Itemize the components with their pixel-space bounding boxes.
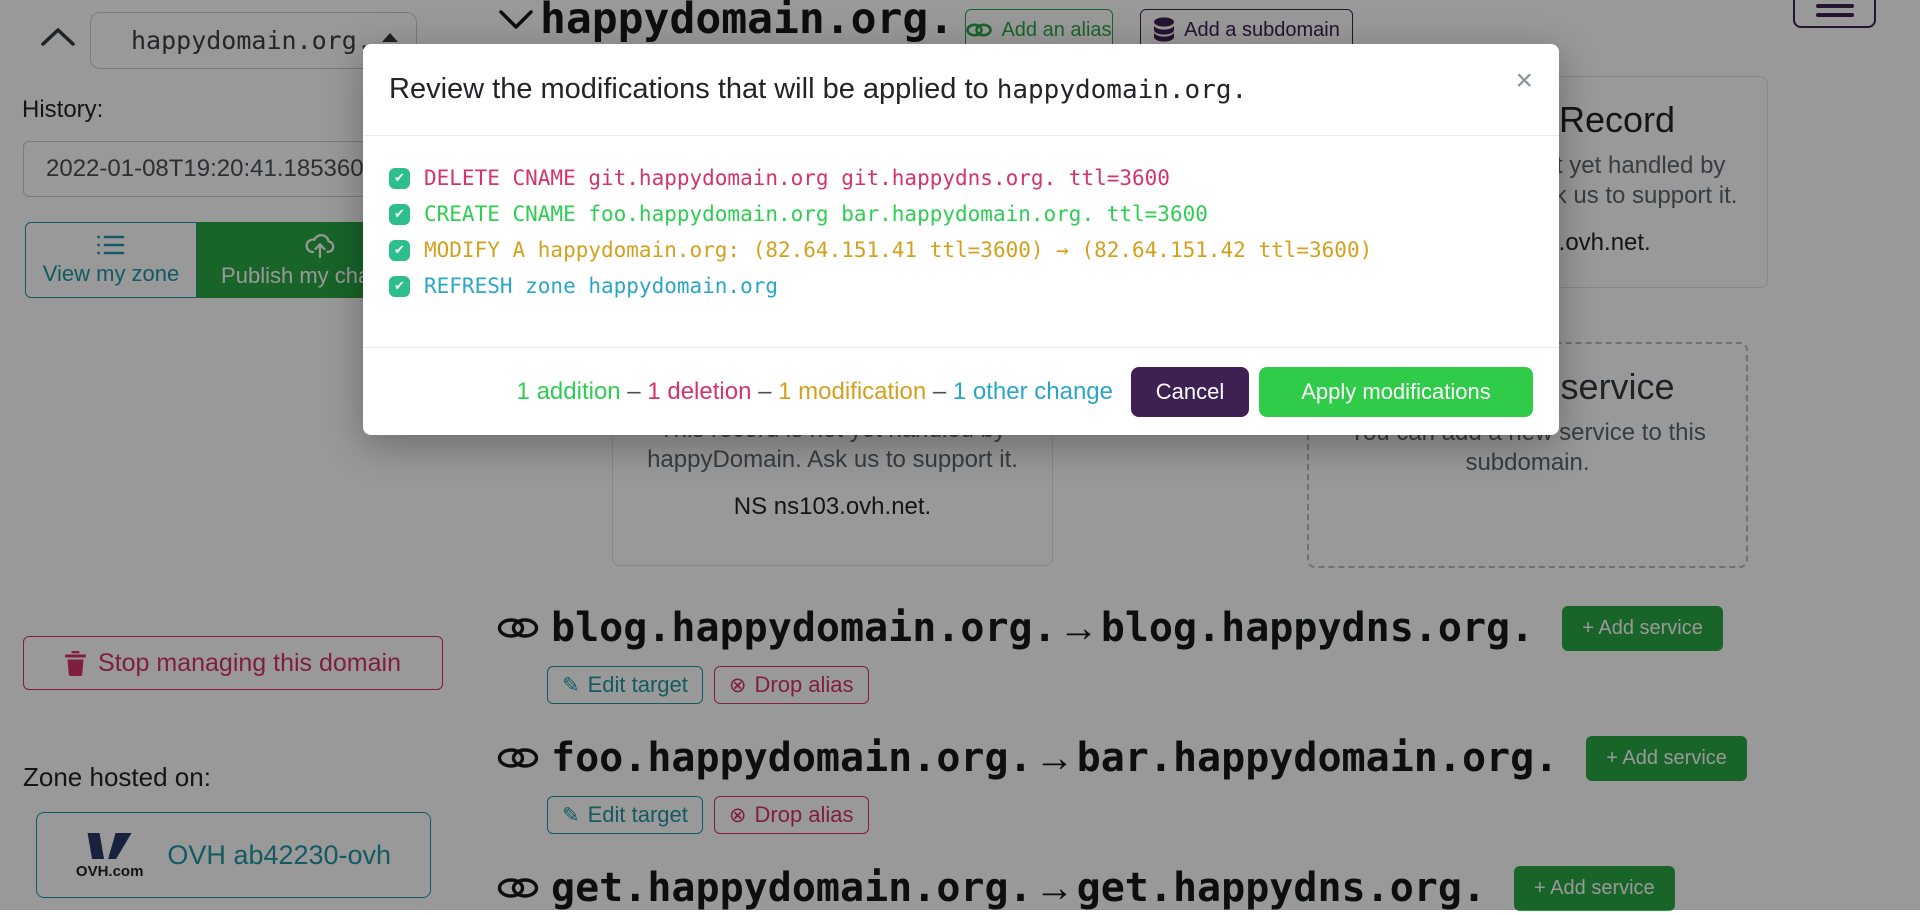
summary-separator: – <box>926 378 953 405</box>
change-text: CREATE CNAME foo.happydomain.org bar.hap… <box>424 202 1208 226</box>
checkbox-checked[interactable]: ✔ <box>389 240 410 261</box>
checkbox-checked[interactable]: ✔ <box>389 168 410 189</box>
checkbox-checked[interactable]: ✔ <box>389 276 410 297</box>
modal-title: Review the modifications that will be ap… <box>389 73 1247 106</box>
modal-change-list: ✔ DELETE CNAME git.happydomain.org git.h… <box>363 136 1559 347</box>
checkbox-checked[interactable]: ✔ <box>389 204 410 225</box>
modal-footer: 1 addition – 1 deletion – 1 modification… <box>363 347 1559 435</box>
modal-title-text: Review the modifications that will be ap… <box>389 73 997 105</box>
summary-separator: – <box>751 378 778 405</box>
change-text: REFRESH zone happydomain.org <box>424 274 778 298</box>
summary-other: 1 other change <box>953 378 1113 405</box>
change-row: ✔ DELETE CNAME git.happydomain.org git.h… <box>389 160 1533 196</box>
review-modifications-modal: Review the modifications that will be ap… <box>363 44 1559 435</box>
cancel-button[interactable]: Cancel <box>1131 367 1249 417</box>
modal-summary: 1 addition – 1 deletion – 1 modification… <box>517 378 1113 406</box>
change-text: MODIFY A happydomain.org: (82.64.151.41 … <box>424 238 1372 262</box>
summary-separator: – <box>621 378 648 405</box>
summary-deletion: 1 deletion <box>647 378 751 405</box>
change-row: ✔ CREATE CNAME foo.happydomain.org bar.h… <box>389 196 1533 232</box>
modal-header: Review the modifications that will be ap… <box>363 44 1559 136</box>
close-icon[interactable]: × <box>1515 66 1533 96</box>
change-row: ✔ REFRESH zone happydomain.org <box>389 268 1533 304</box>
change-row: ✔ MODIFY A happydomain.org: (82.64.151.4… <box>389 232 1533 268</box>
modal-title-domain: happydomain.org. <box>997 75 1247 105</box>
summary-addition: 1 addition <box>517 378 621 405</box>
summary-modification: 1 modification <box>778 378 926 405</box>
apply-modifications-button[interactable]: Apply modifications <box>1259 367 1533 417</box>
change-text: DELETE CNAME git.happydomain.org git.hap… <box>424 166 1170 190</box>
